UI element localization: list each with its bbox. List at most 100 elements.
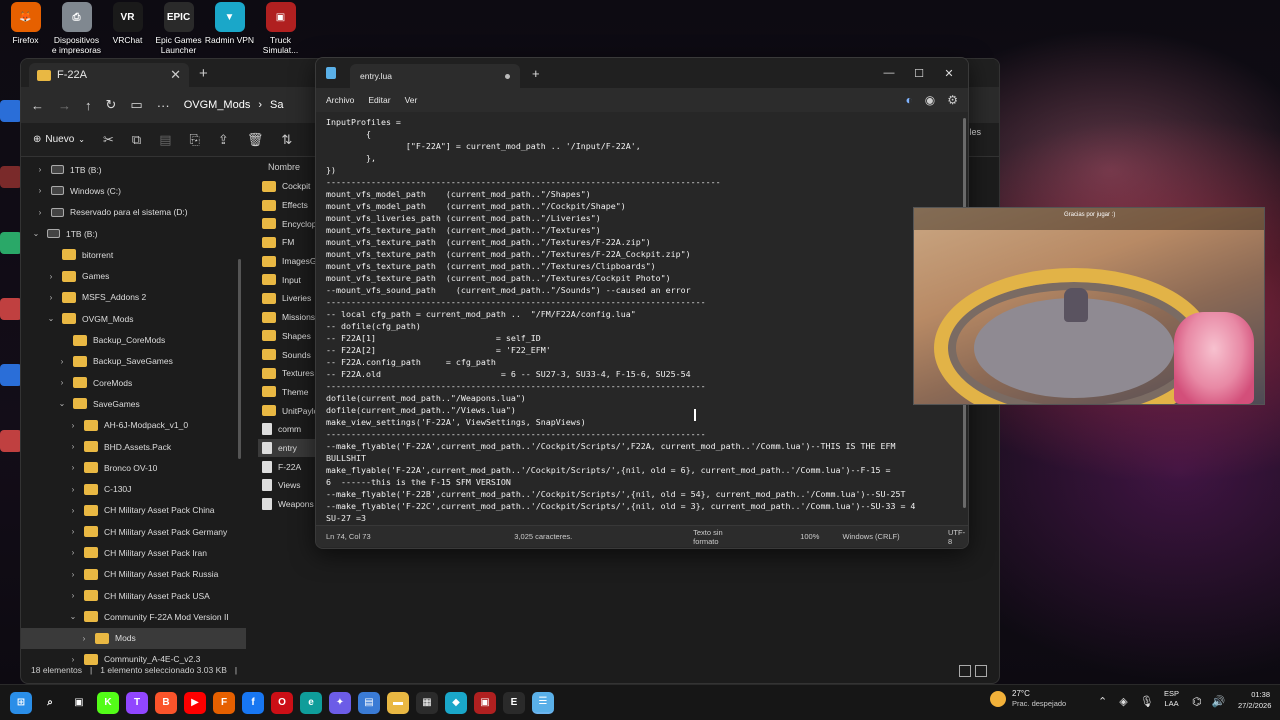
chevron-right-icon[interactable]: ›: [35, 165, 45, 174]
chevron-right-icon[interactable]: ›: [57, 357, 67, 366]
share-icon[interactable]: ⇪: [218, 132, 229, 148]
taskbar-start-icon[interactable]: ⊞: [10, 691, 32, 714]
desktop-icon[interactable]: 🦊 Firefox: [0, 2, 51, 55]
desktop-icon[interactable]: VR VRChat: [102, 2, 153, 55]
chevron-right-icon[interactable]: ›: [57, 378, 67, 387]
menu-archivo[interactable]: Archivo: [326, 95, 354, 105]
back-icon[interactable]: ←: [31, 98, 44, 113]
taskbar-twitch-icon[interactable]: T: [126, 691, 148, 714]
new-tab-button[interactable]: +: [532, 66, 540, 81]
close-tab-icon[interactable]: ✕: [170, 67, 181, 83]
delete-icon[interactable]: 🗑: [247, 132, 264, 148]
cut-icon[interactable]: ✂: [103, 132, 114, 148]
chevron-down-icon[interactable]: ⌄: [31, 229, 41, 238]
tray-app-icon[interactable]: ◈: [1119, 695, 1127, 708]
desktop-icon-partial[interactable]: [0, 232, 22, 254]
new-button[interactable]: ⊕ Nuevo ⌄: [33, 134, 85, 145]
system-icons[interactable]: ⌬ 🔊: [1192, 695, 1225, 708]
tree-item[interactable]: › MSFS_Addons 2: [21, 287, 246, 308]
tree-item[interactable]: ⌄ SaveGames: [21, 393, 246, 414]
account-icon[interactable]: ◉: [925, 93, 935, 107]
chevron-right-icon[interactable]: ›: [68, 463, 78, 472]
tree-item[interactable]: › CoreMods: [21, 372, 246, 393]
close-icon[interactable]: ✕: [934, 60, 964, 86]
desktop-icon-partial[interactable]: [0, 430, 22, 452]
tree-item[interactable]: › Reservado para el sistema (D:): [21, 202, 246, 223]
copy-icon[interactable]: ⧉: [132, 132, 141, 148]
menu-ver[interactable]: Ver: [405, 95, 418, 105]
chevron-right-icon[interactable]: ›: [68, 485, 78, 494]
chevron-down-icon[interactable]: ⌄: [46, 314, 56, 323]
chevron-right-icon[interactable]: ›: [68, 442, 78, 451]
chevron-right-icon[interactable]: ›: [68, 506, 78, 515]
taskbar-kick-icon[interactable]: K: [97, 691, 119, 714]
chevron-right-icon[interactable]: ›: [68, 527, 78, 536]
language-indicator[interactable]: ESP LAA: [1164, 689, 1179, 709]
file-list-item[interactable]: entry: [258, 438, 318, 458]
chevron-right-icon[interactable]: ›: [46, 272, 56, 281]
chevron-down-icon[interactable]: ⌄: [57, 399, 67, 408]
tree-item[interactable]: ⌄ Community F-22A Mod Version II: [21, 606, 246, 627]
up-icon[interactable]: ↑: [85, 98, 92, 113]
taskbar-explorer-icon[interactable]: ▬: [387, 691, 409, 714]
tree-item[interactable]: › C-130J: [21, 478, 246, 499]
tree-item[interactable]: › Windows (C:): [21, 180, 246, 201]
encoding[interactable]: UTF-8: [948, 528, 968, 546]
view-icon[interactable]: ▭: [130, 97, 142, 113]
tree-item[interactable]: › BHD.Assets.Pack: [21, 436, 246, 457]
sort-icon[interactable]: ⇅: [281, 132, 292, 148]
explorer-tab[interactable]: F-22A ✕: [29, 63, 189, 87]
tree-item[interactable]: › CH Military Asset Pack Germany: [21, 521, 246, 542]
tree-item[interactable]: › AH-6J-Modpack_v1_0: [21, 415, 246, 436]
stream-preview-overlay[interactable]: Gracias por jugar :): [913, 207, 1265, 405]
clock[interactable]: 01:38 27/2/2026: [1238, 689, 1271, 711]
tree-item[interactable]: bitorrent: [21, 244, 246, 265]
taskbar-games-icon[interactable]: ▣: [474, 691, 496, 714]
taskbar-epic-icon[interactable]: E: [503, 691, 525, 714]
new-tab-button[interactable]: +: [199, 65, 208, 82]
taskbar-notepad-icon[interactable]: ☰: [532, 691, 554, 714]
forward-icon[interactable]: →: [58, 98, 71, 113]
tree-item[interactable]: › CH Military Asset Pack China: [21, 500, 246, 521]
desktop-icon[interactable]: ▼ Radmin VPN: [204, 2, 255, 55]
taskbar-calendar-icon[interactable]: ▦: [416, 691, 438, 714]
taskbar-store-icon[interactable]: ▤: [358, 691, 380, 714]
rename-icon[interactable]: ⎘: [190, 132, 200, 148]
chevron-up-icon[interactable]: ⌃: [1098, 695, 1107, 708]
menu-editar[interactable]: Editar: [368, 95, 390, 105]
chevron-down-icon[interactable]: ⌄: [68, 612, 78, 621]
desktop-icon-partial[interactable]: [0, 298, 22, 320]
copilot-icon[interactable]: ◐: [906, 93, 913, 107]
tree-item[interactable]: Backup_CoreMods: [21, 329, 246, 350]
breadcrumb-item[interactable]: OVGM_Mods: [184, 99, 251, 111]
minimize-icon[interactable]: —: [874, 60, 904, 86]
taskbar-vpn-icon[interactable]: ◆: [445, 691, 467, 714]
tree-item[interactable]: › CH Military Asset Pack Iran: [21, 542, 246, 563]
navigation-scrollbar[interactable]: [238, 259, 241, 459]
chevron-right-icon[interactable]: ›: [35, 208, 45, 217]
details-view-icon[interactable]: [959, 665, 971, 677]
taskbar-copilot-icon[interactable]: ✦: [329, 691, 351, 714]
notepad-tab[interactable]: entry.lua: [350, 64, 520, 88]
desktop-icon-partial[interactable]: [0, 100, 22, 122]
more-icon[interactable]: ···: [157, 98, 170, 113]
taskbar-firefox-icon[interactable]: F: [213, 691, 235, 714]
taskbar-facebook-icon[interactable]: f: [242, 691, 264, 714]
tree-item[interactable]: ⌄ OVGM_Mods: [21, 308, 246, 329]
chevron-right-icon[interactable]: ›: [68, 570, 78, 579]
desktop-icon[interactable]: ▣ Truck Simulat...: [255, 2, 306, 55]
tree-item[interactable]: › CH Military Asset Pack USA: [21, 585, 246, 606]
tree-item[interactable]: › 1TB (B:): [21, 159, 246, 180]
taskbar-taskview-icon[interactable]: ▣: [68, 691, 90, 714]
chevron-right-icon[interactable]: ›: [68, 591, 78, 600]
tree-item[interactable]: ⌄ 1TB (B:): [21, 223, 246, 244]
breadcrumb[interactable]: OVGM_Mods › Sa: [184, 99, 284, 111]
settings-gear-icon[interactable]: ⚙: [947, 93, 958, 107]
zoom-level[interactable]: 100%: [800, 532, 842, 541]
desktop-icon-partial[interactable]: [0, 166, 22, 188]
tree-item[interactable]: › CH Military Asset Pack Russia: [21, 564, 246, 585]
weather-widget[interactable]: 27°C Prac. despejado: [990, 689, 1066, 709]
chevron-right-icon[interactable]: ›: [35, 186, 45, 195]
desktop-icon[interactable]: ⎙ Dispositivos e impresoras: [51, 2, 102, 55]
taskbar-brave-icon[interactable]: B: [155, 691, 177, 714]
